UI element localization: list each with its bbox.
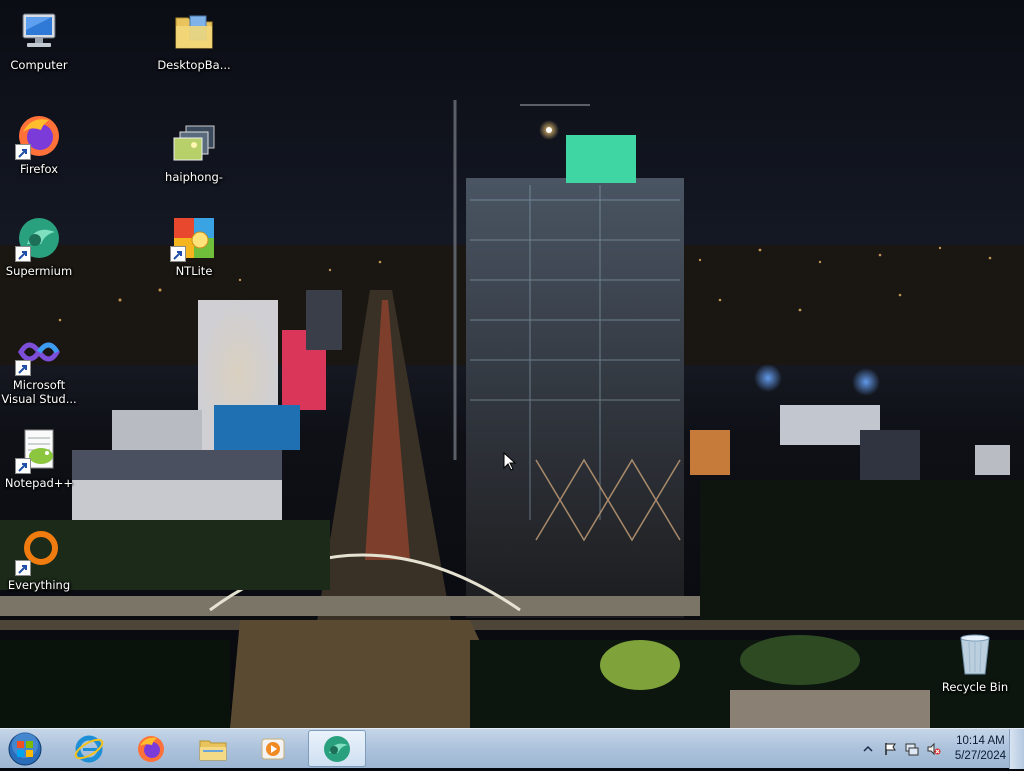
taskbar-media-player[interactable] <box>244 730 302 767</box>
taskbar-internet-explorer[interactable] <box>60 730 118 767</box>
mouse-cursor-icon <box>503 452 517 471</box>
clock[interactable]: 10:14 AM 5/27/2024 <box>955 734 1006 764</box>
taskbar-firefox[interactable] <box>122 730 180 767</box>
shortcut-arrow-icon <box>15 144 31 160</box>
taskbar-file-explorer[interactable] <box>184 730 242 767</box>
shortcut-arrow-icon <box>15 246 31 262</box>
supermium-icon <box>15 214 63 262</box>
desktop-icon-label: Supermium <box>5 264 73 278</box>
desktop-icon-firefox[interactable]: Firefox <box>1 112 77 176</box>
desktop-icon-label: Firefox <box>19 162 59 176</box>
desktop-icon-label: haiphong- <box>165 170 223 184</box>
desktop-icon-label: Computer <box>10 58 68 72</box>
windows-start-orb-icon <box>8 732 42 766</box>
image-file-icon <box>170 120 218 168</box>
desktop-icon-visual-studio[interactable]: Microsoft Visual Stud... <box>1 328 77 406</box>
desktop-icon-supermium[interactable]: Supermium <box>1 214 77 278</box>
visual-studio-icon <box>15 328 63 376</box>
desktop-icon-label: Everything <box>7 578 71 592</box>
desktop-icon-haiphong[interactable]: haiphong- <box>156 120 232 184</box>
clock-date: 5/27/2024 <box>954 750 1006 762</box>
clock-time: 10:14 AM <box>956 735 1005 747</box>
show-desktop-button[interactable] <box>1009 729 1024 769</box>
desktop-icon-label: Recycle Bin <box>941 680 1009 694</box>
desktop-icon-ntlite[interactable]: NTLite <box>156 214 232 278</box>
city-night-scene <box>0 100 1024 728</box>
firefox-icon <box>15 112 63 160</box>
desktop-icon-label: DesktopBa... <box>157 58 231 72</box>
media-player-icon <box>261 738 285 759</box>
computer-icon <box>15 8 63 56</box>
start-button[interactable] <box>6 731 44 767</box>
show-hidden-icons-arrow[interactable] <box>860 741 876 757</box>
internet-explorer-icon <box>74 735 104 762</box>
firefox-icon <box>138 735 164 762</box>
shortcut-arrow-icon <box>15 360 31 376</box>
supermium-icon <box>324 735 350 762</box>
desktop-icon-desktopba[interactable]: DesktopBa... <box>156 8 232 72</box>
recycle-bin-icon <box>951 630 999 678</box>
ntlite-icon <box>170 214 218 262</box>
everything-search-icon <box>15 528 63 576</box>
desktop-icon-label: Notepad++ <box>4 476 74 490</box>
action-center-flag-icon[interactable] <box>882 741 898 757</box>
shortcut-arrow-icon <box>15 458 31 474</box>
notepad-plus-plus-icon <box>15 426 63 474</box>
file-explorer-icon <box>199 740 227 760</box>
desktop-icon-label: Microsoft Visual Stud... <box>1 378 77 406</box>
network-icon[interactable] <box>904 741 920 757</box>
system-tray: 10:14 AM 5/27/2024 <box>857 729 1006 769</box>
desktop-icon-computer[interactable]: Computer <box>1 8 77 72</box>
taskbar: 10:14 AM 5/27/2024 <box>0 728 1024 769</box>
volume-muted-icon[interactable] <box>926 741 942 757</box>
shortcut-arrow-icon <box>15 560 31 576</box>
desktop-wallpaper <box>0 0 1024 728</box>
shortcut-arrow-icon <box>170 246 186 262</box>
desktop-icon-recycle-bin[interactable]: Recycle Bin <box>937 630 1013 694</box>
desktop-icon-notepad-plus-plus[interactable]: Notepad++ <box>1 426 77 490</box>
desktop-icon-everything[interactable]: Everything <box>1 528 77 592</box>
folder-icon <box>170 8 218 56</box>
taskbar-supermium[interactable] <box>308 730 366 767</box>
desktop-icon-label: NTLite <box>175 264 213 278</box>
